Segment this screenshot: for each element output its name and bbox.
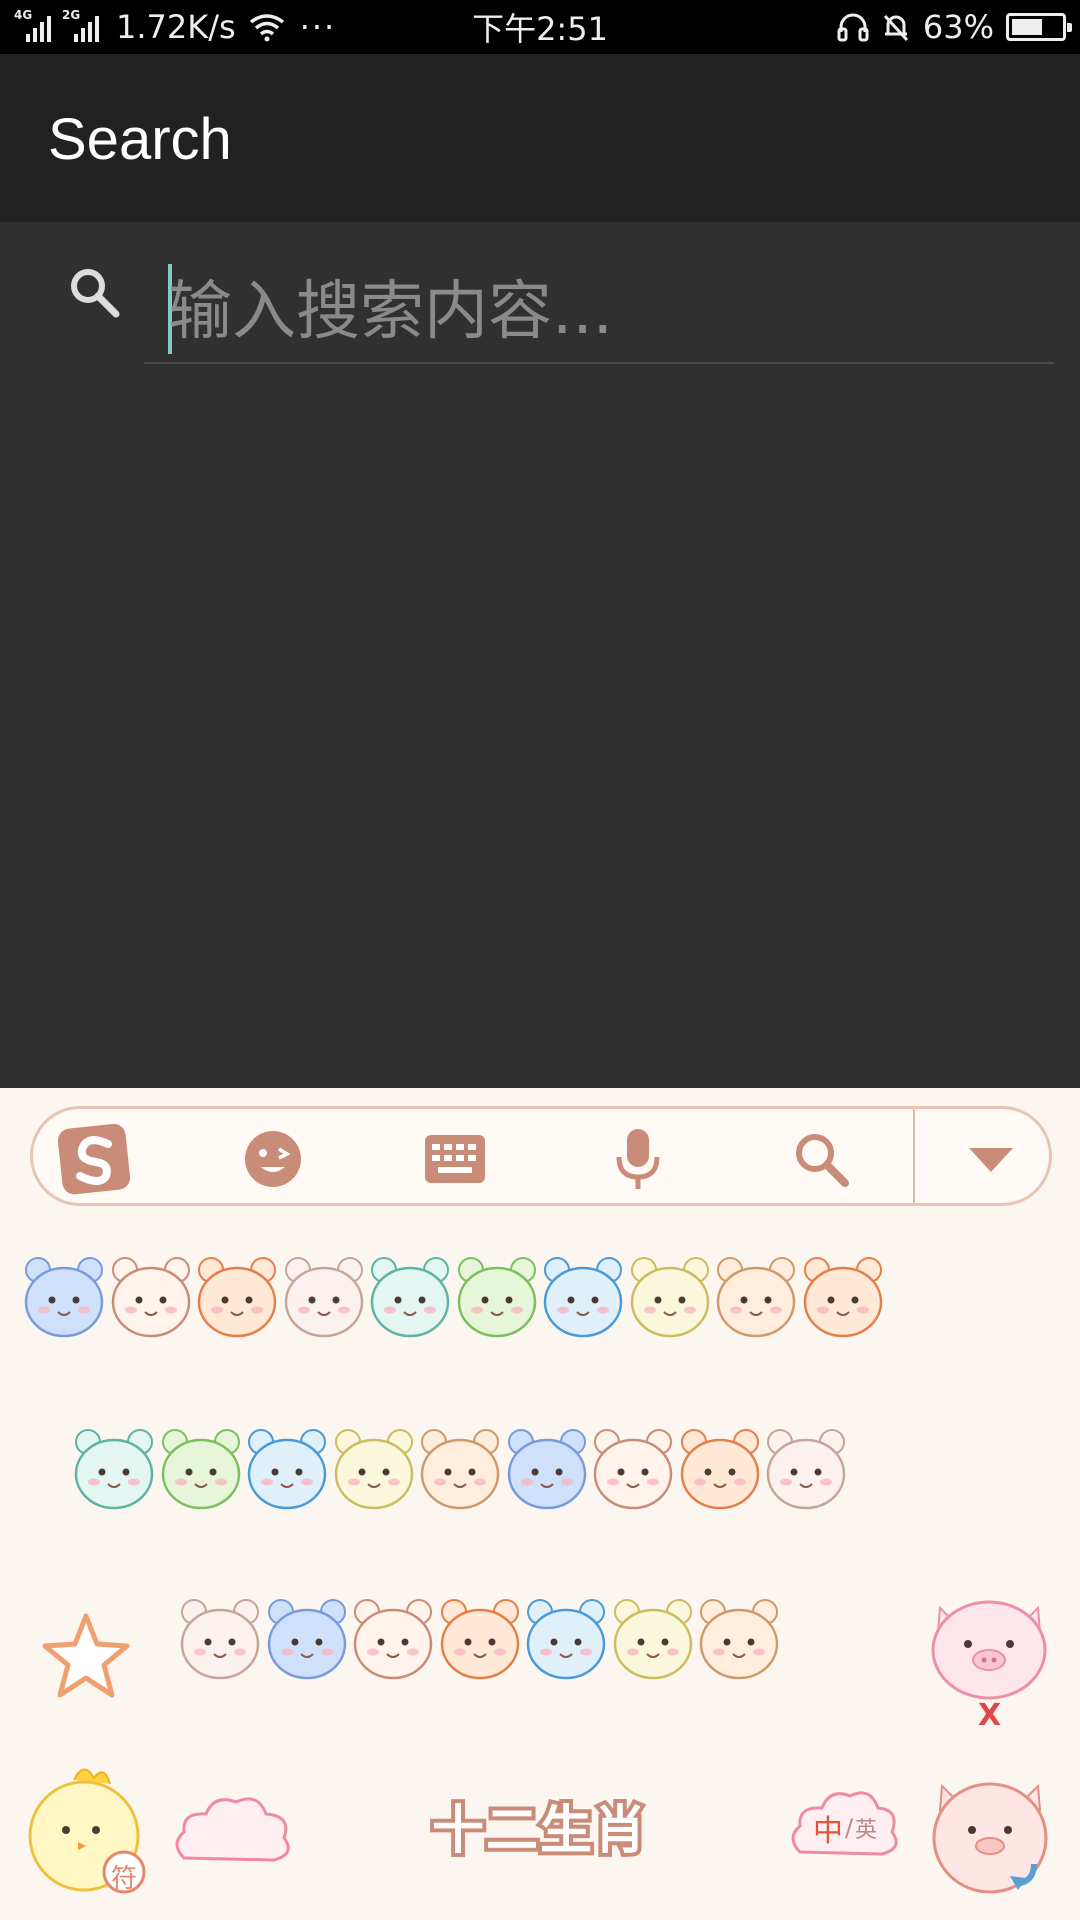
cloud-icon	[175, 1797, 290, 1862]
goat-face-icon	[613, 1599, 692, 1680]
keyboard-search-icon[interactable]	[781, 1119, 861, 1199]
lang-zh: 中	[812, 1814, 843, 1849]
tiger-face-icon	[197, 1257, 277, 1338]
space-key-label[interactable]: 十二生肖	[420, 1788, 660, 1868]
emoji-horse-key[interactable]	[535, 1248, 631, 1344]
search-icon	[71, 269, 120, 318]
network-speed: 1.72K/s	[116, 8, 236, 46]
signal-2g-icon: 2G	[62, 8, 102, 42]
monkey-face-icon	[699, 1599, 779, 1680]
page-title: Search	[48, 107, 232, 172]
signal-4g-icon: 4G	[14, 8, 54, 42]
clock: 下午2:51	[472, 10, 608, 48]
search-row	[0, 222, 1080, 364]
pig-face-icon	[932, 1782, 1048, 1894]
star-icon	[42, 1613, 130, 1698]
emoji-tiger-key[interactable]	[189, 1248, 285, 1344]
emoji-goat-key[interactable]	[326, 1420, 422, 1516]
emoji-ox-key[interactable]	[345, 1590, 441, 1686]
status-bar: 4G 2G 1.72K/s ··· 下午2:51 63%	[0, 0, 1080, 54]
bell-muted-icon	[883, 14, 908, 42]
emoji-ox-key[interactable]	[585, 1420, 681, 1516]
emoji-rat-key[interactable]	[16, 1248, 112, 1344]
emoji-goat-key[interactable]	[605, 1590, 701, 1686]
sogou-logo-icon[interactable]	[55, 1119, 135, 1199]
horse-face-icon	[543, 1257, 623, 1338]
symbol-key-label: 符	[110, 1864, 137, 1894]
keyboard-toolbar	[30, 1106, 1052, 1206]
lang-en: 英	[855, 1818, 878, 1843]
snake-face-icon	[457, 1257, 536, 1338]
goat-face-icon	[630, 1257, 709, 1338]
ox-face-icon	[111, 1257, 190, 1338]
delete-mark: X	[978, 1698, 1002, 1733]
ox-face-icon	[593, 1429, 673, 1510]
battery-percent: 63%	[922, 8, 994, 46]
emoji-rat-key[interactable]	[259, 1590, 355, 1686]
wifi-icon	[249, 14, 284, 42]
emoji-tiger-key[interactable]	[432, 1590, 528, 1686]
emoji-monkey-key[interactable]	[708, 1248, 804, 1344]
emoji-ox-key[interactable]	[103, 1248, 199, 1344]
goat-face-icon	[334, 1429, 413, 1510]
headset-icon	[837, 13, 869, 42]
emoji-rabbit-key[interactable]	[172, 1590, 268, 1686]
keyboard-icon[interactable]	[415, 1119, 495, 1199]
language-toggle[interactable]: 中 / 英	[790, 1788, 900, 1868]
battery-icon	[1006, 13, 1072, 41]
emoji-snake-key[interactable]	[153, 1420, 249, 1516]
emoji-dragon-key[interactable]	[66, 1420, 162, 1516]
horse-face-icon	[526, 1599, 606, 1680]
rabbit-face-icon	[284, 1257, 363, 1338]
microphone-icon[interactable]	[598, 1119, 678, 1199]
rat-face-icon	[267, 1599, 346, 1680]
emoji-horse-key[interactable]	[518, 1590, 614, 1686]
keyboard: X 符 十二生肖 中 / 英	[0, 1088, 1080, 1920]
search-input[interactable]	[168, 262, 1028, 362]
tiger-face-icon	[440, 1599, 519, 1680]
emoji-face-icon[interactable]	[233, 1119, 313, 1199]
toolbar-divider	[913, 1109, 915, 1203]
emoji-rabbit-key[interactable]	[276, 1248, 372, 1344]
rat-face-icon	[24, 1257, 104, 1338]
app-bar: Search	[0, 54, 1080, 222]
tiger-face-icon	[803, 1257, 882, 1338]
monkey-face-icon	[420, 1429, 500, 1510]
collapse-down-icon[interactable]	[951, 1119, 1031, 1199]
enter-key[interactable]	[926, 1764, 1054, 1904]
emoji-rat-key[interactable]	[499, 1420, 595, 1516]
snake-face-icon	[161, 1429, 240, 1510]
emoji-monkey-key[interactable]	[691, 1590, 787, 1686]
rabbit-face-icon	[766, 1429, 846, 1510]
ox-face-icon	[353, 1599, 433, 1680]
more-notifications-icon: ···	[299, 8, 337, 46]
rabbit-face-icon	[180, 1599, 260, 1680]
cloud-key[interactable]	[170, 1788, 300, 1878]
emoji-tiger-key[interactable]	[795, 1248, 891, 1344]
emoji-rabbit-key[interactable]	[758, 1420, 854, 1516]
emoji-horse-key[interactable]	[239, 1420, 335, 1516]
horse-face-icon	[247, 1429, 327, 1510]
dragon-face-icon	[74, 1429, 154, 1510]
dragon-face-icon	[370, 1257, 450, 1338]
emoji-snake-key[interactable]	[449, 1248, 545, 1344]
favorites-star-key[interactable]	[38, 1608, 134, 1704]
emoji-monkey-key[interactable]	[412, 1420, 508, 1516]
emoji-dragon-key[interactable]	[362, 1248, 458, 1344]
rat-face-icon	[507, 1429, 586, 1510]
search-field[interactable]	[144, 242, 1054, 364]
emoji-tiger-key[interactable]	[672, 1420, 768, 1516]
monkey-face-icon	[716, 1257, 796, 1338]
tiger-face-icon	[680, 1429, 759, 1510]
emoji-goat-key[interactable]	[622, 1248, 718, 1344]
